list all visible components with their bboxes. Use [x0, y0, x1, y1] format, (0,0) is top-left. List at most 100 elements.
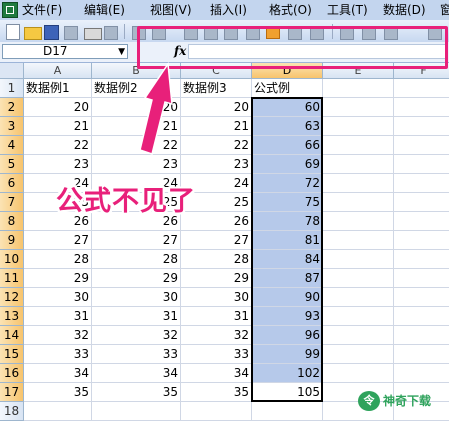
- cell-e11[interactable]: [323, 269, 394, 288]
- cell-f14[interactable]: [394, 326, 449, 345]
- permission-icon[interactable]: [64, 26, 78, 40]
- cell-d17[interactable]: 105: [252, 383, 323, 402]
- row-header-9[interactable]: 9: [0, 231, 24, 250]
- cell-c4[interactable]: 22: [181, 136, 252, 155]
- cell-a5[interactable]: 23: [24, 155, 92, 174]
- column-header-a[interactable]: A: [24, 63, 92, 79]
- cell-a18[interactable]: [24, 402, 92, 421]
- save-icon[interactable]: [44, 25, 59, 40]
- cell-a17[interactable]: 35: [24, 383, 92, 402]
- cell-d11[interactable]: 87: [252, 269, 323, 288]
- menu-tools[interactable]: 工具(T): [327, 0, 368, 20]
- cell-c2[interactable]: 20: [181, 98, 252, 117]
- cell-b5[interactable]: 23: [92, 155, 181, 174]
- cell-a13[interactable]: 31: [24, 307, 92, 326]
- cell-a15[interactable]: 33: [24, 345, 92, 364]
- row-header-4[interactable]: 4: [0, 136, 24, 155]
- cell-d4[interactable]: 66: [252, 136, 323, 155]
- cell-d9[interactable]: 81: [252, 231, 323, 250]
- menu-data[interactable]: 数据(D): [383, 0, 426, 20]
- cell-d12[interactable]: 90: [252, 288, 323, 307]
- cell-c15[interactable]: 33: [181, 345, 252, 364]
- cell-c17[interactable]: 35: [181, 383, 252, 402]
- cell-e2[interactable]: [323, 98, 394, 117]
- menu-view[interactable]: 视图(V): [150, 0, 192, 20]
- cell-c3[interactable]: 21: [181, 117, 252, 136]
- row-header-7[interactable]: 7: [0, 193, 24, 212]
- row-header-17[interactable]: 17: [0, 383, 24, 402]
- name-box[interactable]: D17 ▼: [2, 44, 128, 59]
- print-preview-icon[interactable]: [104, 26, 118, 40]
- cell-b11[interactable]: 29: [92, 269, 181, 288]
- menu-window[interactable]: 窗: [440, 0, 449, 20]
- row-header-12[interactable]: 12: [0, 288, 24, 307]
- row-header-15[interactable]: 15: [0, 345, 24, 364]
- cell-a9[interactable]: 27: [24, 231, 92, 250]
- select-all-corner[interactable]: [0, 63, 24, 79]
- cell-f15[interactable]: [394, 345, 449, 364]
- cell-b12[interactable]: 30: [92, 288, 181, 307]
- row-header-18[interactable]: 18: [0, 402, 24, 421]
- cell-f13[interactable]: [394, 307, 449, 326]
- cell-a16[interactable]: 34: [24, 364, 92, 383]
- row-header-11[interactable]: 11: [0, 269, 24, 288]
- cell-b3[interactable]: 21: [92, 117, 181, 136]
- cell-f6[interactable]: [394, 174, 449, 193]
- cell-b9[interactable]: 27: [92, 231, 181, 250]
- cell-a4[interactable]: 22: [24, 136, 92, 155]
- cell-b15[interactable]: 33: [92, 345, 181, 364]
- cell-c10[interactable]: 28: [181, 250, 252, 269]
- cell-d3[interactable]: 63: [252, 117, 323, 136]
- menu-edit[interactable]: 编辑(E): [84, 0, 125, 20]
- cell-b2[interactable]: 20: [92, 98, 181, 117]
- cell-e4[interactable]: [323, 136, 394, 155]
- new-document-icon[interactable]: [6, 24, 20, 40]
- cell-e3[interactable]: [323, 117, 394, 136]
- cell-e6[interactable]: [323, 174, 394, 193]
- cell-e5[interactable]: [323, 155, 394, 174]
- cell-b17[interactable]: 35: [92, 383, 181, 402]
- cell-d15[interactable]: 99: [252, 345, 323, 364]
- cell-c9[interactable]: 27: [181, 231, 252, 250]
- cell-a10[interactable]: 28: [24, 250, 92, 269]
- cell-c13[interactable]: 31: [181, 307, 252, 326]
- row-header-13[interactable]: 13: [0, 307, 24, 326]
- cell-d18[interactable]: [252, 402, 323, 421]
- menu-file[interactable]: 文件(F): [22, 0, 62, 20]
- cell-a1[interactable]: 数据例1: [24, 79, 92, 98]
- row-header-6[interactable]: 6: [0, 174, 24, 193]
- cell-a11[interactable]: 29: [24, 269, 92, 288]
- open-folder-icon[interactable]: [24, 27, 42, 40]
- cell-e13[interactable]: [323, 307, 394, 326]
- cell-d1[interactable]: 公式例: [252, 79, 323, 98]
- cell-d16[interactable]: 102: [252, 364, 323, 383]
- cell-c11[interactable]: 29: [181, 269, 252, 288]
- cell-d14[interactable]: 96: [252, 326, 323, 345]
- row-header-10[interactable]: 10: [0, 250, 24, 269]
- print-icon[interactable]: [84, 28, 102, 40]
- cell-d7[interactable]: 75: [252, 193, 323, 212]
- cell-e12[interactable]: [323, 288, 394, 307]
- excel-app-icon[interactable]: [2, 2, 18, 18]
- row-header-14[interactable]: 14: [0, 326, 24, 345]
- cell-b13[interactable]: 31: [92, 307, 181, 326]
- cell-f9[interactable]: [394, 231, 449, 250]
- cell-b10[interactable]: 28: [92, 250, 181, 269]
- row-header-8[interactable]: 8: [0, 212, 24, 231]
- cell-f12[interactable]: [394, 288, 449, 307]
- cell-f16[interactable]: [394, 364, 449, 383]
- cell-e14[interactable]: [323, 326, 394, 345]
- cell-b4[interactable]: 22: [92, 136, 181, 155]
- row-header-3[interactable]: 3: [0, 117, 24, 136]
- cell-a2[interactable]: 20: [24, 98, 92, 117]
- menu-insert[interactable]: 插入(I): [210, 0, 247, 20]
- cell-a14[interactable]: 32: [24, 326, 92, 345]
- cell-a12[interactable]: 30: [24, 288, 92, 307]
- cell-f7[interactable]: [394, 193, 449, 212]
- cell-d5[interactable]: 69: [252, 155, 323, 174]
- cell-d10[interactable]: 84: [252, 250, 323, 269]
- row-header-2[interactable]: 2: [0, 98, 24, 117]
- cell-d13[interactable]: 93: [252, 307, 323, 326]
- cell-e8[interactable]: [323, 212, 394, 231]
- cell-f3[interactable]: [394, 117, 449, 136]
